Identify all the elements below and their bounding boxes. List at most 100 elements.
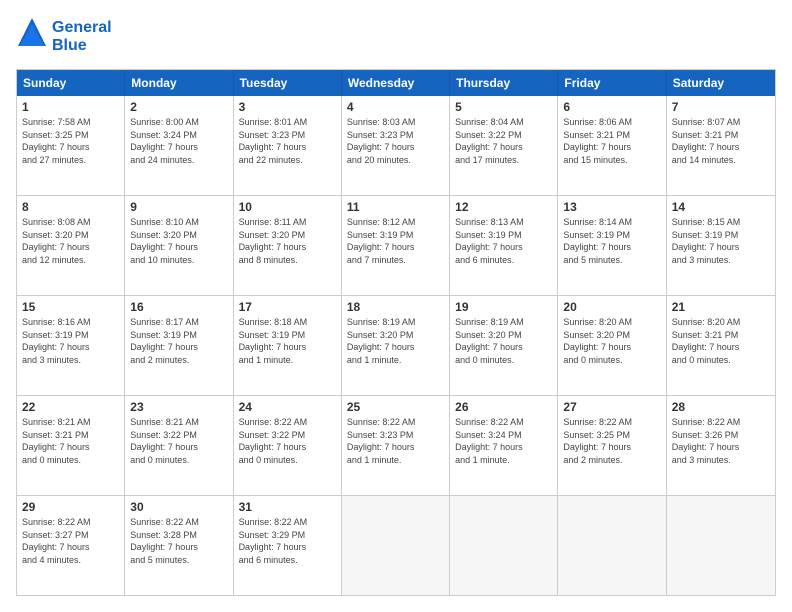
calendar-cell: 30 Sunrise: 8:22 AM Sunset: 3:28 PM Dayli… bbox=[125, 496, 233, 595]
calendar-cell: 7 Sunrise: 8:07 AM Sunset: 3:21 PM Daylig… bbox=[667, 96, 775, 195]
calendar-cell: 14 Sunrise: 8:15 AM Sunset: 3:19 PM Dayli… bbox=[667, 196, 775, 295]
calendar-cell: 5 Sunrise: 8:04 AM Sunset: 3:22 PM Daylig… bbox=[450, 96, 558, 195]
logo-text: General Blue bbox=[52, 19, 112, 55]
calendar-row-3: 15Sunrise: 8:16 AM Sunset: 3:19 PM Dayli… bbox=[17, 296, 775, 396]
cell-info: Sunrise: 8:20 AM Sunset: 3:21 PM Dayligh… bbox=[672, 316, 770, 366]
day-number: 10 bbox=[239, 200, 336, 214]
calendar-cell: 12 Sunrise: 8:13 AM Sunset: 3:19 PM Dayli… bbox=[450, 196, 558, 295]
day-number: 19 bbox=[455, 300, 552, 314]
day-number: 1 bbox=[22, 100, 119, 114]
calendar-cell: 10 Sunrise: 8:11 AM Sunset: 3:20 PM Dayli… bbox=[234, 196, 342, 295]
day-number: 11 bbox=[347, 200, 444, 214]
calendar-cell: 21 Sunrise: 8:20 AM Sunset: 3:21 PM Dayli… bbox=[667, 296, 775, 395]
calendar-row-4: 22 Sunrise: 8:21 AM Sunset: 3:21 PM Dayli… bbox=[17, 396, 775, 496]
calendar-row-1: 1 Sunrise: 7:58 AM Sunset: 3:25 PM Daylig… bbox=[17, 96, 775, 196]
cell-info: Sunrise: 8:22 AM Sunset: 3:22 PM Dayligh… bbox=[239, 416, 336, 466]
header-sunday: Sunday bbox=[17, 70, 125, 96]
calendar-cell: 26 Sunrise: 8:22 AM Sunset: 3:24 PM Dayli… bbox=[450, 396, 558, 495]
cell-info: Sunrise: 8:22 AM Sunset: 3:28 PM Dayligh… bbox=[130, 516, 227, 566]
calendar-cell: 19 Sunrise: 8:19 AM Sunset: 3:20 PM Dayli… bbox=[450, 296, 558, 395]
calendar-body: 1 Sunrise: 7:58 AM Sunset: 3:25 PM Daylig… bbox=[17, 96, 775, 595]
calendar-row-5: 29Sunrise: 8:22 AM Sunset: 3:27 PM Dayli… bbox=[17, 496, 775, 595]
day-number: 22 bbox=[22, 400, 119, 414]
cell-info: Sunrise: 8:03 AM Sunset: 3:23 PM Dayligh… bbox=[347, 116, 444, 166]
cell-info: Sunrise: 8:18 AM Sunset: 3:19 PM Dayligh… bbox=[239, 316, 336, 366]
cell-info: Sunrise: 8:22 AM Sunset: 3:27 PM Dayligh… bbox=[22, 516, 119, 566]
calendar-cell: 17 Sunrise: 8:18 AM Sunset: 3:19 PM Dayli… bbox=[234, 296, 342, 395]
calendar-cell bbox=[558, 496, 666, 595]
calendar-cell: 28Sunrise: 8:22 AM Sunset: 3:26 PM Dayli… bbox=[667, 396, 775, 495]
calendar-cell: 2Sunrise: 8:00 AM Sunset: 3:24 PM Daylig… bbox=[125, 96, 233, 195]
calendar-cell: 18Sunrise: 8:19 AM Sunset: 3:20 PM Dayli… bbox=[342, 296, 450, 395]
cell-info: Sunrise: 7:58 AM Sunset: 3:25 PM Dayligh… bbox=[22, 116, 119, 166]
calendar-cell: 6 Sunrise: 8:06 AM Sunset: 3:21 PM Daylig… bbox=[558, 96, 666, 195]
cell-info: Sunrise: 8:11 AM Sunset: 3:20 PM Dayligh… bbox=[239, 216, 336, 266]
logo-line2: Blue bbox=[52, 37, 112, 55]
cell-info: Sunrise: 8:19 AM Sunset: 3:20 PM Dayligh… bbox=[455, 316, 552, 366]
calendar-cell: 25Sunrise: 8:22 AM Sunset: 3:23 PM Dayli… bbox=[342, 396, 450, 495]
cell-info: Sunrise: 8:21 AM Sunset: 3:22 PM Dayligh… bbox=[130, 416, 227, 466]
day-number: 7 bbox=[672, 100, 770, 114]
logo: General Blue bbox=[16, 16, 112, 57]
day-number: 25 bbox=[347, 400, 444, 414]
calendar-cell: 31 Sunrise: 8:22 AM Sunset: 3:29 PM Dayli… bbox=[234, 496, 342, 595]
calendar-cell bbox=[342, 496, 450, 595]
calendar-cell: 23 Sunrise: 8:21 AM Sunset: 3:22 PM Dayli… bbox=[125, 396, 233, 495]
calendar-cell bbox=[667, 496, 775, 595]
day-number: 9 bbox=[130, 200, 227, 214]
day-number: 26 bbox=[455, 400, 552, 414]
calendar-cell: 24Sunrise: 8:22 AM Sunset: 3:22 PM Dayli… bbox=[234, 396, 342, 495]
calendar-cell: 29Sunrise: 8:22 AM Sunset: 3:27 PM Dayli… bbox=[17, 496, 125, 595]
calendar-cell bbox=[450, 496, 558, 595]
header-saturday: Saturday bbox=[667, 70, 775, 96]
day-number: 27 bbox=[563, 400, 660, 414]
calendar-header: Sunday Monday Tuesday Wednesday Thursday… bbox=[17, 70, 775, 96]
cell-info: Sunrise: 8:07 AM Sunset: 3:21 PM Dayligh… bbox=[672, 116, 770, 166]
day-number: 31 bbox=[239, 500, 336, 514]
cell-info: Sunrise: 8:21 AM Sunset: 3:21 PM Dayligh… bbox=[22, 416, 119, 466]
day-number: 4 bbox=[347, 100, 444, 114]
day-number: 8 bbox=[22, 200, 119, 214]
cell-info: Sunrise: 8:12 AM Sunset: 3:19 PM Dayligh… bbox=[347, 216, 444, 266]
day-number: 5 bbox=[455, 100, 552, 114]
header-friday: Friday bbox=[558, 70, 666, 96]
calendar-cell: 15Sunrise: 8:16 AM Sunset: 3:19 PM Dayli… bbox=[17, 296, 125, 395]
calendar-cell: 16Sunrise: 8:17 AM Sunset: 3:19 PM Dayli… bbox=[125, 296, 233, 395]
day-number: 13 bbox=[563, 200, 660, 214]
day-number: 20 bbox=[563, 300, 660, 314]
calendar-cell: 13 Sunrise: 8:14 AM Sunset: 3:19 PM Dayli… bbox=[558, 196, 666, 295]
day-number: 17 bbox=[239, 300, 336, 314]
cell-info: Sunrise: 8:22 AM Sunset: 3:24 PM Dayligh… bbox=[455, 416, 552, 466]
cell-info: Sunrise: 8:19 AM Sunset: 3:20 PM Dayligh… bbox=[347, 316, 444, 366]
cell-info: Sunrise: 8:06 AM Sunset: 3:21 PM Dayligh… bbox=[563, 116, 660, 166]
calendar-cell: 4 Sunrise: 8:03 AM Sunset: 3:23 PM Daylig… bbox=[342, 96, 450, 195]
cell-info: Sunrise: 8:04 AM Sunset: 3:22 PM Dayligh… bbox=[455, 116, 552, 166]
day-number: 3 bbox=[239, 100, 336, 114]
day-number: 14 bbox=[672, 200, 770, 214]
cell-info: Sunrise: 8:10 AM Sunset: 3:20 PM Dayligh… bbox=[130, 216, 227, 266]
cell-info: Sunrise: 8:15 AM Sunset: 3:19 PM Dayligh… bbox=[672, 216, 770, 266]
header-thursday: Thursday bbox=[450, 70, 558, 96]
day-number: 15 bbox=[22, 300, 119, 314]
calendar-cell: 22 Sunrise: 8:21 AM Sunset: 3:21 PM Dayli… bbox=[17, 396, 125, 495]
day-number: 28 bbox=[672, 400, 770, 414]
calendar-cell: 3Sunrise: 8:01 AM Sunset: 3:23 PM Daylig… bbox=[234, 96, 342, 195]
cell-info: Sunrise: 8:22 AM Sunset: 3:25 PM Dayligh… bbox=[563, 416, 660, 466]
cell-info: Sunrise: 8:08 AM Sunset: 3:20 PM Dayligh… bbox=[22, 216, 119, 266]
day-number: 6 bbox=[563, 100, 660, 114]
day-number: 21 bbox=[672, 300, 770, 314]
cell-info: Sunrise: 8:13 AM Sunset: 3:19 PM Dayligh… bbox=[455, 216, 552, 266]
header-tuesday: Tuesday bbox=[234, 70, 342, 96]
cell-info: Sunrise: 8:22 AM Sunset: 3:29 PM Dayligh… bbox=[239, 516, 336, 566]
calendar-cell: 11 Sunrise: 8:12 AM Sunset: 3:19 PM Dayli… bbox=[342, 196, 450, 295]
logo-icon bbox=[16, 16, 48, 57]
day-number: 23 bbox=[130, 400, 227, 414]
calendar-cell: 8 Sunrise: 8:08 AM Sunset: 3:20 PM Daylig… bbox=[17, 196, 125, 295]
calendar-cell: 1 Sunrise: 7:58 AM Sunset: 3:25 PM Daylig… bbox=[17, 96, 125, 195]
cell-info: Sunrise: 8:14 AM Sunset: 3:19 PM Dayligh… bbox=[563, 216, 660, 266]
day-number: 30 bbox=[130, 500, 227, 514]
calendar-cell: 20Sunrise: 8:20 AM Sunset: 3:20 PM Dayli… bbox=[558, 296, 666, 395]
header-monday: Monday bbox=[125, 70, 233, 96]
day-number: 12 bbox=[455, 200, 552, 214]
calendar-row-2: 8 Sunrise: 8:08 AM Sunset: 3:20 PM Daylig… bbox=[17, 196, 775, 296]
